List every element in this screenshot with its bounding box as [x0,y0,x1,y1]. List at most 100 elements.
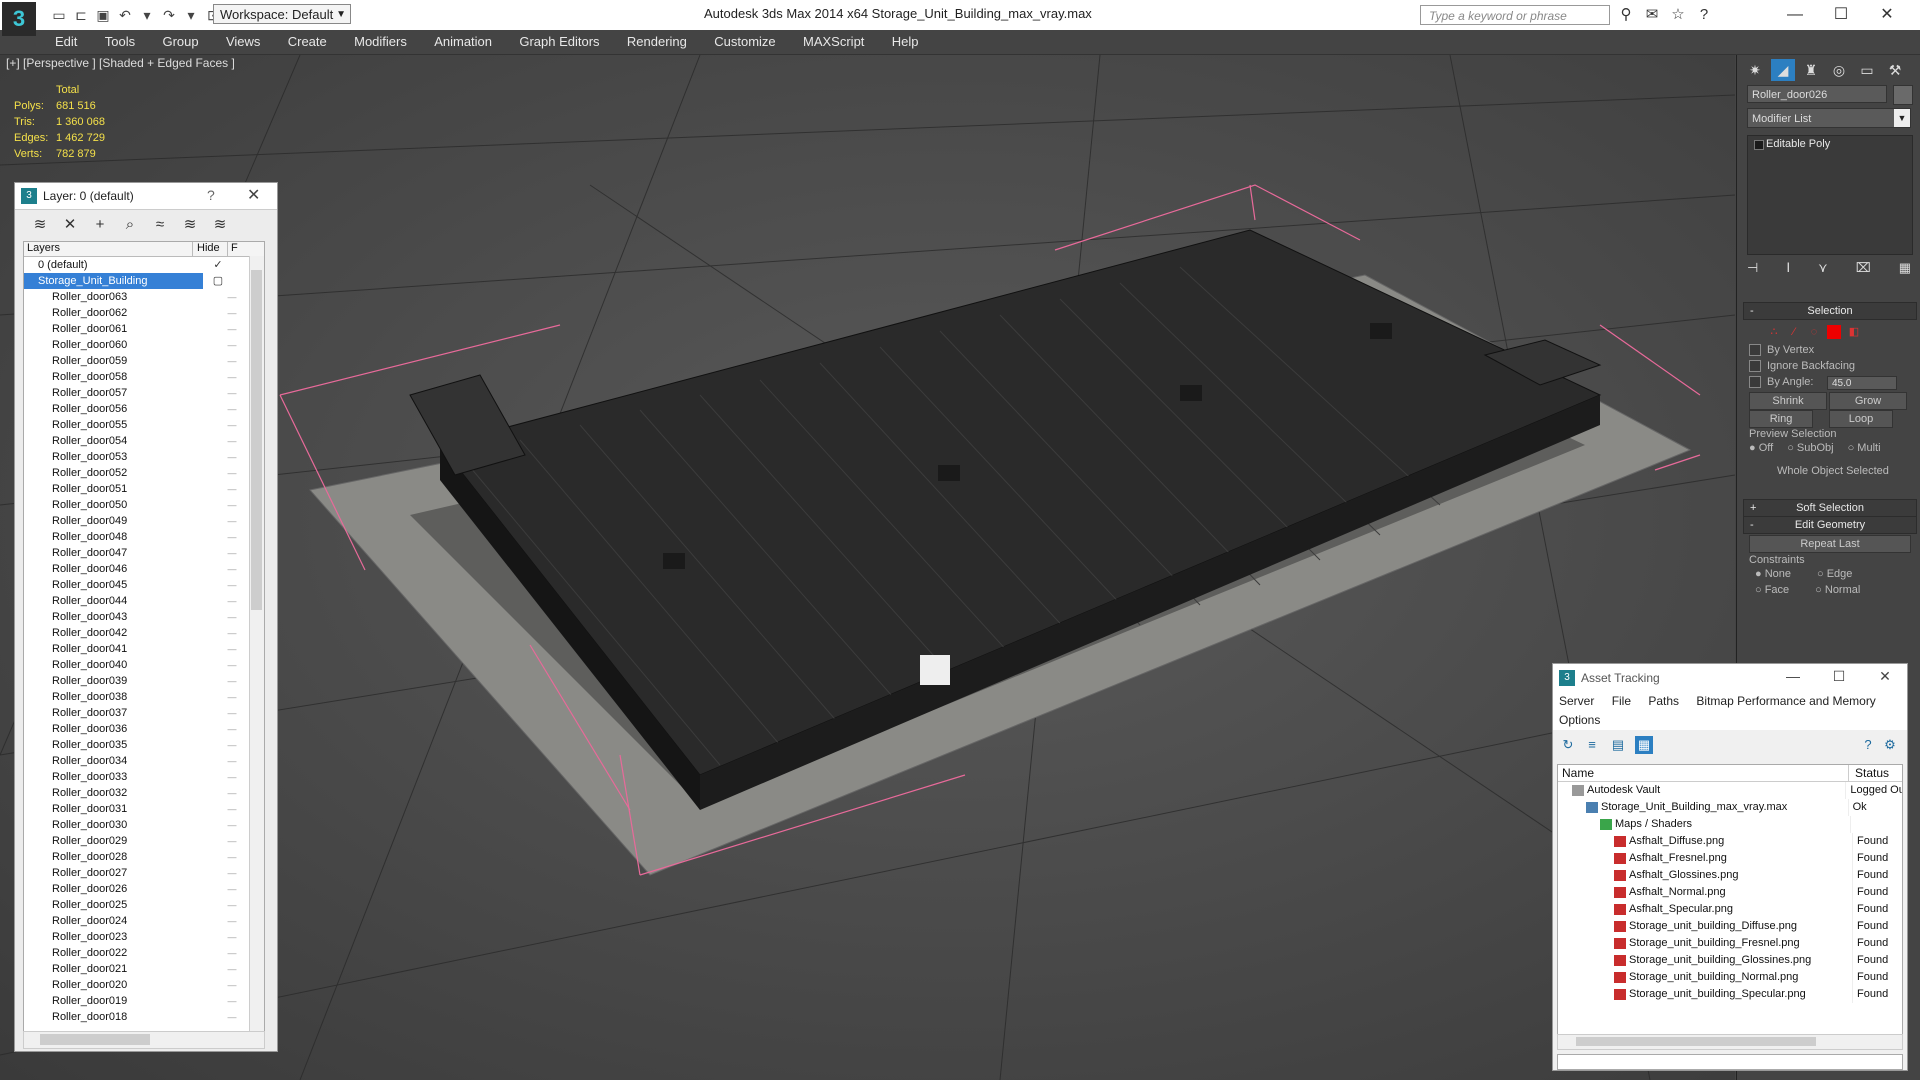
layer-row[interactable]: Roller_door043 — [24,609,264,625]
highlight-layer-icon[interactable]: ≈ [149,214,171,236]
preview-off-radio[interactable]: Off [1749,442,1773,454]
layer-row[interactable]: Roller_door023 — [24,929,264,945]
menu-bitmap-performance[interactable]: Bitmap Performance and Memory [1696,694,1875,708]
asset-row[interactable]: Asfhalt_Specular.png Found [1558,901,1902,918]
layer-row[interactable]: Roller_door056 — [24,401,264,417]
constraint-face-radio[interactable]: Face [1755,584,1789,596]
layer-hide-toggle[interactable]: — [217,897,247,913]
layer-hide-toggle[interactable]: — [217,369,247,385]
layer-row[interactable]: Roller_door020 — [24,977,264,993]
layer-hide-toggle[interactable]: — [217,305,247,321]
layer-hide-toggle[interactable]: — [217,529,247,545]
layer-hide-toggle[interactable]: — [217,657,247,673]
help-icon[interactable]: ? [1694,5,1714,25]
layer-row[interactable]: Roller_door022 — [24,945,264,961]
asset-path-field[interactable] [1557,1054,1903,1070]
layer-hide-toggle[interactable]: — [217,785,247,801]
asset-list[interactable]: Name Status Autodesk Vault Logged Ou Stora… [1557,764,1903,1046]
layer-row[interactable]: Roller_door053 — [24,449,264,465]
layer-hide-toggle[interactable]: — [217,881,247,897]
3dsmax-logo-icon[interactable]: 3 [2,2,36,36]
layer-row[interactable]: Roller_door050 — [24,497,264,513]
layer-hide-toggle[interactable]: — [217,1009,247,1025]
search-input[interactable]: Type a keyword or phrase [1420,5,1610,25]
layer-hide-toggle[interactable]: — [217,321,247,337]
layer-row[interactable]: Roller_door062 — [24,305,264,321]
layer-row[interactable]: Roller_door044 — [24,593,264,609]
layer-hide-toggle[interactable]: — [217,337,247,353]
asset-tracking-titlebar[interactable]: 3 Asset Tracking — ☐ ✕ [1553,664,1907,692]
workspace-dropdown[interactable]: Workspace: Default ▼ [213,4,351,24]
layer-row[interactable]: Roller_door054 — [24,433,264,449]
layer-hide-toggle[interactable]: — [217,913,247,929]
maximize-icon[interactable]: ☐ [1818,2,1864,28]
motion-tab-icon[interactable]: ◎ [1827,59,1851,81]
ring-button[interactable]: Ring [1749,410,1813,428]
menu-customize[interactable]: Customize [714,30,775,54]
layer-row[interactable]: Roller_door034 — [24,753,264,769]
layer-row[interactable]: Roller_door037 — [24,705,264,721]
layer-panel-titlebar[interactable]: 3 Layer: 0 (default) ? ✕ [15,183,277,210]
layer-horizontal-scrollbar[interactable] [23,1031,265,1049]
layer-hide-toggle[interactable]: — [217,545,247,561]
grow-button[interactable]: Grow [1829,392,1907,410]
redo-icon[interactable]: ↷ [160,6,178,24]
viewport-label[interactable]: [+] [Perspective ] [Shaded + Edged Faces… [6,56,235,70]
modifier-list-dropdown[interactable]: Modifier List ▼ [1747,108,1911,128]
layer-row[interactable]: Roller_door046 — [24,561,264,577]
constraint-normal-radio[interactable]: Normal [1815,584,1860,596]
stack-item-editable-poly[interactable]: Editable Poly [1748,136,1912,152]
layer-row[interactable]: Storage_Unit_Building ▢ [24,273,264,289]
layer-hide-toggle[interactable]: — [217,417,247,433]
polygon-icon[interactable] [1827,325,1841,339]
layer-hide-toggle[interactable]: ✓ [203,257,233,273]
layer-hide-toggle[interactable]: — [217,849,247,865]
layer-row[interactable]: Roller_door048 — [24,529,264,545]
repeat-last-button[interactable]: Repeat Last [1749,535,1911,553]
layer-hide-toggle[interactable]: — [217,353,247,369]
freeze-all-icon[interactable]: ≋ [209,214,231,236]
layer-row[interactable]: Roller_door059 — [24,353,264,369]
scroll-thumb[interactable] [1576,1037,1816,1046]
layer-hide-toggle[interactable]: — [217,833,247,849]
layer-row[interactable]: Roller_door051 — [24,481,264,497]
refresh-icon[interactable]: ↻ [1559,736,1577,754]
layer-hide-toggle[interactable]: — [217,497,247,513]
layer-hide-toggle[interactable]: — [217,561,247,577]
layer-row[interactable]: Roller_door063 — [24,289,264,305]
layer-hide-toggle[interactable]: — [217,977,247,993]
layer-hide-toggle[interactable]: — [217,465,247,481]
ignore-backfacing-checkbox[interactable]: Ignore Backfacing [1749,360,1855,372]
layer-row[interactable]: Roller_door027 — [24,865,264,881]
layer-hide-toggle[interactable]: — [217,481,247,497]
border-icon[interactable]: ◌ [1807,325,1821,339]
layer-row[interactable]: Roller_door039 — [24,673,264,689]
layer-hide-toggle[interactable]: — [217,593,247,609]
asset-row[interactable]: Asfhalt_Diffuse.png Found [1558,833,1902,850]
layer-hide-toggle[interactable]: — [217,289,247,305]
favorites-star-icon[interactable]: ☆ [1668,5,1688,25]
menu-animation[interactable]: Animation [434,30,492,54]
hide-all-icon[interactable]: ≋ [179,214,201,236]
asset-row[interactable]: Storage_unit_building_Fresnel.png Found [1558,935,1902,952]
asset-row[interactable]: Asfhalt_Glossines.png Found [1558,867,1902,884]
soft-selection-rollout-header[interactable]: + Soft Selection [1743,499,1917,517]
layer-hide-toggle[interactable]: — [217,609,247,625]
layer-list[interactable]: Layers Hide F 0 (default) ✓ Storage_Unit_B… [23,241,265,1033]
layer-row[interactable]: 0 (default) ✓ [24,257,264,273]
layer-hide-toggle[interactable]: — [217,625,247,641]
layer-hide-toggle[interactable]: — [217,961,247,977]
create-tab-icon[interactable]: ✷ [1743,59,1767,81]
layer-hide-toggle[interactable]: — [217,801,247,817]
modifier-stack[interactable]: Editable Poly [1747,135,1913,255]
layer-hide-toggle[interactable]: — [217,753,247,769]
layer-row[interactable]: Roller_door019 — [24,993,264,1009]
layer-row[interactable]: Roller_door049 — [24,513,264,529]
layer-row[interactable]: Roller_door035 — [24,737,264,753]
layer-hide-toggle[interactable]: — [217,817,247,833]
layer-hide-toggle[interactable]: — [217,577,247,593]
column-freeze[interactable]: F [228,242,249,256]
asset-row[interactable]: Maps / Shaders [1558,816,1902,833]
layer-row[interactable]: Roller_door061 — [24,321,264,337]
layer-hide-toggle[interactable]: — [217,689,247,705]
